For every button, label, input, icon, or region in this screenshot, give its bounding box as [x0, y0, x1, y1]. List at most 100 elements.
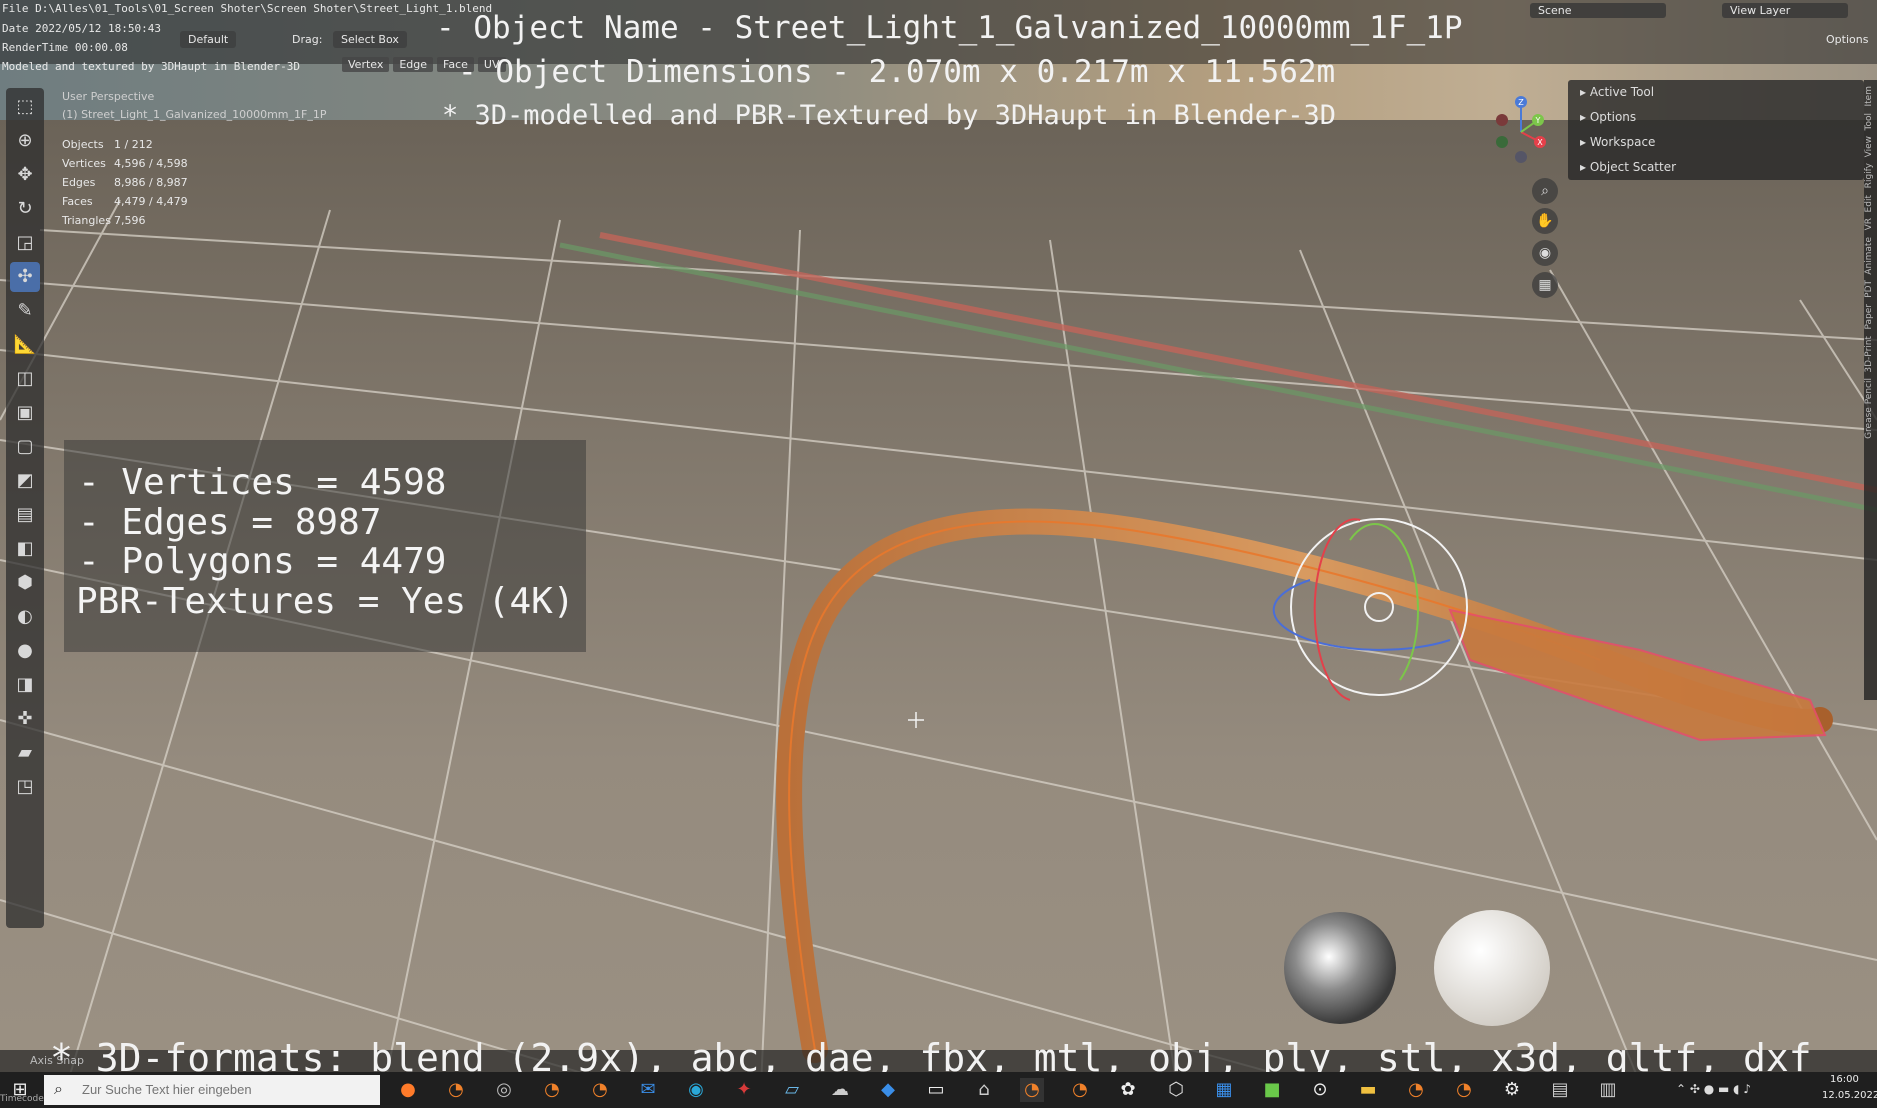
object-name-caption: - Object Name - Street_Light_1_Galvanize…	[436, 10, 1463, 46]
panel-workspace[interactable]: ▸ Workspace	[1568, 130, 1864, 155]
camera-icon[interactable]: ◉	[1532, 240, 1558, 266]
blender-icon[interactable]: ◔	[1068, 1078, 1092, 1102]
lamp-head	[1448, 608, 1827, 742]
grid-view-icon[interactable]: ▦	[1532, 272, 1558, 298]
timecode-label: Timecode	[0, 1094, 44, 1104]
inset-icon[interactable]: ▢	[10, 432, 40, 462]
file-path: File D:\Alles\01_Tools\01_Screen Shoter\…	[2, 2, 493, 15]
pan-hand-icon[interactable]: ✋	[1532, 208, 1558, 234]
view-layer-selector[interactable]: View Layer	[1722, 3, 1848, 18]
tab-view[interactable]: View	[1864, 136, 1874, 157]
blender-icon[interactable]: ◔	[444, 1078, 468, 1102]
zoom-icon[interactable]: ⌕	[1532, 178, 1558, 204]
options-menu[interactable]: Options	[1826, 33, 1868, 46]
sidebar-tabs: Item Tool View Rigify Edit VR Animate PD…	[1864, 80, 1877, 700]
tab-item[interactable]: Item	[1864, 86, 1874, 107]
shrink-fatten-icon[interactable]: ✜	[10, 704, 40, 734]
tab-vr[interactable]: VR	[1864, 218, 1874, 230]
tab-tool[interactable]: Tool	[1864, 113, 1874, 130]
annotate-icon[interactable]: ✎	[10, 296, 40, 326]
bevel-icon[interactable]: ◩	[10, 466, 40, 496]
extrude-icon[interactable]: ▣	[10, 398, 40, 428]
terminal-icon[interactable]: ▭	[924, 1078, 948, 1102]
rip-region-icon[interactable]: ◳	[10, 772, 40, 802]
edge-slide-icon[interactable]: ◨	[10, 670, 40, 700]
vertex-mode-button[interactable]: Vertex	[342, 57, 390, 72]
search-input[interactable]	[80, 1081, 364, 1098]
app-icon[interactable]: ▤	[1548, 1078, 1572, 1102]
panda-icon[interactable]: ✿	[1116, 1078, 1140, 1102]
loop-cut-icon[interactable]: ▤	[10, 500, 40, 530]
select-box-icon[interactable]: ⬚	[10, 92, 40, 122]
folder-icon[interactable]: ▬	[1356, 1078, 1380, 1102]
scale-icon[interactable]: ◲	[10, 228, 40, 258]
knife-icon[interactable]: ◧	[10, 534, 40, 564]
pbr-textures-label: PBR-Textures = Yes (4K)	[76, 581, 575, 622]
app-icon[interactable]: ▥	[1596, 1078, 1620, 1102]
drag-value: Select Box	[341, 33, 399, 46]
tray-icons[interactable]: ⌃ ✣ ● ▬ ◖ ♪	[1676, 1082, 1751, 1096]
app-icon[interactable]: ✦	[732, 1078, 756, 1102]
blender-icon[interactable]: ◔	[540, 1078, 564, 1102]
nvidia-icon[interactable]: ■	[1260, 1078, 1284, 1102]
app-icon[interactable]: ⊙	[1308, 1078, 1332, 1102]
tab-3d-print[interactable]: 3D-Print	[1864, 336, 1874, 373]
object-dimensions-caption: - Object Dimensions - 2.070m x 0.217m x …	[458, 54, 1336, 90]
tab-paper[interactable]: Paper	[1864, 304, 1874, 330]
blender-icon[interactable]: ◔	[1452, 1078, 1476, 1102]
calendar-icon[interactable]: ▦	[1212, 1078, 1236, 1102]
shear-icon[interactable]: ▰	[10, 738, 40, 768]
panel-object-scatter[interactable]: ▸ Object Scatter	[1568, 155, 1864, 180]
obs-icon[interactable]: ◎	[492, 1078, 516, 1102]
firefox-icon[interactable]: ●	[396, 1078, 420, 1102]
stat-row: Edges 8,986 / 8,987	[62, 176, 188, 189]
scene-name: Scene	[1538, 4, 1572, 17]
drag-dropdown[interactable]: Select Box	[333, 31, 407, 48]
tab-rigify[interactable]: Rigify	[1864, 163, 1874, 188]
rotate-icon[interactable]: ↻	[10, 194, 40, 224]
render-time: RenderTime 00:00.08	[2, 41, 128, 54]
smooth-icon[interactable]: ●	[10, 636, 40, 666]
edge-browser-icon[interactable]: ◉	[684, 1078, 708, 1102]
settings-gear-icon[interactable]: ⚙	[1500, 1078, 1524, 1102]
perspective-label: User Perspective	[62, 90, 155, 103]
clock-date[interactable]: 12.05.2022	[1822, 1090, 1877, 1101]
panel-active-tool[interactable]: ▸ Active Tool	[1568, 80, 1864, 105]
orientation-dropdown[interactable]: Default	[180, 31, 237, 48]
stat-row: Vertices 4,596 / 4,598	[62, 157, 188, 170]
add-cube-icon[interactable]: ◫	[10, 364, 40, 394]
clock-time[interactable]: 16:00	[1830, 1074, 1859, 1085]
panel-options[interactable]: ▸ Options	[1568, 105, 1864, 130]
gizmo-y-label: Y	[1535, 116, 1541, 125]
stat-row: Faces 4,479 / 4,479	[62, 195, 188, 208]
spin-icon[interactable]: ◐	[10, 602, 40, 632]
blender-icon[interactable]: ◔	[588, 1078, 612, 1102]
poly-build-icon[interactable]: ⬢	[10, 568, 40, 598]
blender-active-icon[interactable]: ◔	[1020, 1078, 1044, 1102]
transform-icon[interactable]: ✣	[10, 262, 40, 292]
blender-icon[interactable]: ◔	[1404, 1078, 1428, 1102]
cube-icon[interactable]: ⬡	[1164, 1078, 1188, 1102]
object-path-label: (1) Street_Light_1_Galvanized_10000mm_1F…	[62, 108, 327, 121]
app-icon[interactable]: ⌂	[972, 1078, 996, 1102]
notepad-icon[interactable]: ▱	[780, 1078, 804, 1102]
app-icon[interactable]: ◆	[876, 1078, 900, 1102]
app-icon[interactable]: ☁	[828, 1078, 852, 1102]
gizmo-z-label: Z	[1518, 98, 1524, 107]
scene-selector[interactable]: Scene	[1530, 3, 1666, 18]
tab-grease-pencil[interactable]: Grease Pencil	[1864, 378, 1874, 439]
navigation-gizmo[interactable]: Z X Y	[1490, 92, 1552, 172]
edge-mode-button[interactable]: Edge	[393, 57, 434, 72]
move-icon[interactable]: ✥	[10, 160, 40, 190]
taskbar-search[interactable]: ⌕	[44, 1075, 380, 1105]
cursor-icon[interactable]: ⊕	[10, 126, 40, 156]
drag-label: Drag:	[292, 33, 323, 46]
search-icon: ⌕	[54, 1079, 63, 1098]
matte-sphere	[1434, 910, 1550, 1026]
tab-animate[interactable]: Animate	[1864, 237, 1874, 275]
mail-icon[interactable]: ✉	[636, 1078, 660, 1102]
tab-edit[interactable]: Edit	[1864, 195, 1874, 212]
measure-icon[interactable]: 📐	[10, 330, 40, 360]
tab-pdt[interactable]: PDT	[1864, 280, 1874, 298]
modeled-by: Modeled and textured by 3DHaupt in Blend…	[2, 60, 301, 73]
